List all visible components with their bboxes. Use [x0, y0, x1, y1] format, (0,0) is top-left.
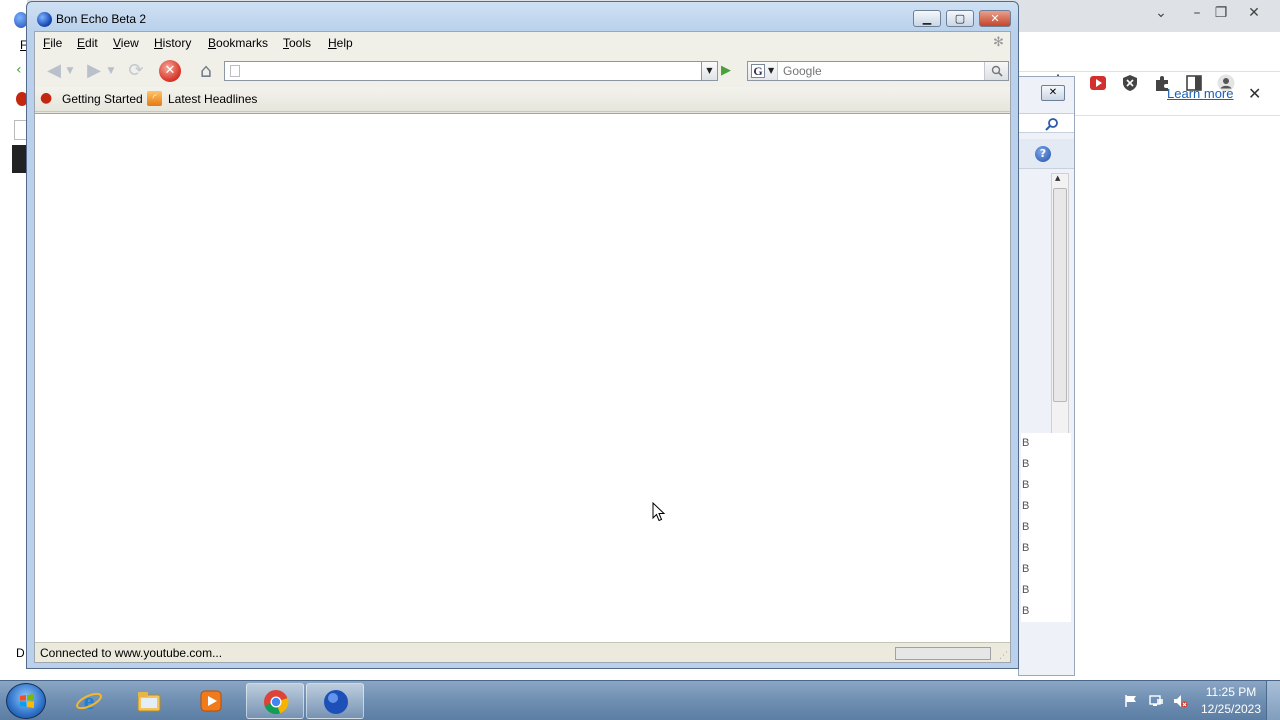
firefox-icon — [37, 12, 52, 27]
url-dropdown-button[interactable]: ▼ — [701, 62, 717, 80]
taskbar-file-explorer[interactable] — [120, 683, 178, 719]
bookmark-getting-started[interactable]: Getting Started — [62, 92, 143, 106]
minimize-button[interactable]: ▁ — [913, 10, 941, 27]
learn-more-link[interactable]: Learn more — [1167, 86, 1233, 101]
list-item: B — [1021, 580, 1071, 601]
action-center-flag-icon[interactable] — [1124, 694, 1138, 708]
list-item: B — [1021, 538, 1071, 559]
clock-time[interactable]: 11:25 PM — [1196, 685, 1266, 699]
folder-icon — [137, 692, 161, 712]
bookmark-latest-headlines[interactable]: Latest Headlines — [168, 92, 257, 106]
resize-grip-icon[interactable]: ⋰ — [999, 651, 1008, 661]
stop-button[interactable]: ✕ — [159, 60, 181, 82]
close-button[interactable]: ✕ — [979, 10, 1011, 27]
taskbar: e 11:25 PM 12/25/2023 — [0, 680, 1280, 720]
google-engine-icon: G — [751, 64, 765, 78]
mouse-cursor-icon — [652, 502, 666, 522]
background-scroll-thumb[interactable] — [1053, 188, 1067, 402]
bookmarks-toolbar: ● Getting Started ◜ Latest Headlines — [35, 87, 1010, 112]
background-search-field[interactable] — [1019, 113, 1074, 133]
throbber-icon: ✻ — [993, 35, 1004, 50]
restore-icon[interactable]: ❐ — [1210, 4, 1232, 22]
menu-edit[interactable]: Edit — [77, 36, 98, 50]
search-icon — [991, 65, 1003, 77]
maximize-button[interactable]: ▢ — [946, 10, 974, 27]
extension-video-icon[interactable] — [1089, 74, 1107, 92]
infobar-divider — [1075, 115, 1280, 116]
page-icon — [230, 65, 240, 77]
go-button[interactable]: ▶ — [721, 63, 737, 79]
search-bar[interactable]: G ▼ — [747, 61, 1009, 81]
scroll-up-icon[interactable]: ▲ — [1055, 174, 1060, 182]
clock-date[interactable]: 12/25/2023 — [1196, 702, 1266, 716]
internet-explorer-icon: e — [76, 689, 102, 715]
infobar-close-icon[interactable]: ✕ — [1248, 84, 1261, 103]
menu-view[interactable]: View — [113, 36, 139, 50]
background-header-bar: ? — [1019, 139, 1074, 169]
firefox-icon — [324, 690, 348, 714]
windows-logo-icon — [20, 694, 34, 708]
menu-bar: File Edit View History Bookmarks Tools H… — [35, 32, 1010, 55]
home-button[interactable]: ⌂ — [193, 58, 219, 84]
menu-tools[interactable]: Tools — [283, 36, 311, 50]
forward-button[interactable]: ▶ — [81, 58, 107, 84]
search-input[interactable] — [783, 63, 973, 79]
list-item: B — [1021, 601, 1071, 622]
firefox-client-area: File Edit View History Bookmarks Tools H… — [34, 31, 1011, 663]
minimize-icon[interactable]: – — [1186, 4, 1208, 22]
shield-icon[interactable] — [1121, 74, 1139, 92]
list-item: B — [1021, 433, 1071, 454]
firefox-bookmark-icon: ● — [40, 90, 53, 106]
page-content[interactable] — [35, 113, 1010, 643]
engine-dropdown-icon: ▼ — [768, 66, 775, 75]
background-status-fragment: D — [16, 646, 25, 660]
background-left-windows: F ‹ D — [0, 0, 28, 676]
list-item: B — [1021, 496, 1071, 517]
menu-history[interactable]: History — [154, 36, 191, 50]
menu-bookmarks[interactable]: Bookmarks — [208, 36, 268, 50]
window-title: Bon Echo Beta 2 — [56, 12, 147, 26]
show-desktop-button[interactable] — [1266, 681, 1280, 720]
help-icon[interactable]: ? — [1035, 146, 1051, 162]
taskbar-media-player[interactable] — [182, 683, 240, 719]
taskbar-chrome[interactable] — [246, 683, 304, 719]
reload-button[interactable]: ⟳ — [123, 58, 149, 84]
back-button[interactable]: ◀ — [41, 58, 67, 84]
chevron-down-icon[interactable]: ⌄ — [1150, 4, 1172, 22]
media-player-icon — [200, 690, 222, 712]
menu-file[interactable]: File — [43, 36, 62, 50]
list-item: B — [1021, 559, 1071, 580]
start-button[interactable] — [6, 683, 46, 719]
search-icon[interactable] — [1045, 117, 1059, 131]
network-icon[interactable] — [1148, 693, 1164, 709]
navigation-toolbar: ◀ ▼ ▶ ▼ ⟳ ✕ ⌂ ▼ ▶ G ▼ — [35, 55, 1010, 87]
background-panel-window: ✕ ? ▲ ▼ B B B B B B B B B — [1018, 76, 1075, 676]
status-bar: Connected to www.youtube.com... ⋰ — [35, 642, 1010, 662]
rss-icon: ◜ — [147, 91, 162, 106]
list-item: B — [1021, 454, 1071, 475]
forward-dropdown-icon[interactable]: ▼ — [106, 58, 116, 84]
search-engine-button[interactable]: G ▼ — [748, 62, 778, 80]
background-close-icon[interactable]: ✕ — [1041, 85, 1065, 101]
menu-help[interactable]: Help — [328, 36, 353, 50]
close-icon[interactable]: ✕ — [1243, 4, 1265, 22]
svg-text:e: e — [84, 689, 95, 715]
search-go-button[interactable] — [984, 62, 1008, 80]
volume-muted-icon[interactable] — [1172, 693, 1188, 709]
taskbar-firefox[interactable] — [306, 683, 364, 719]
firefox-window: Bon Echo Beta 2 ▁ ▢ ✕ File Edit View His… — [26, 1, 1019, 669]
list-item: B — [1021, 475, 1071, 496]
url-input[interactable] — [245, 63, 695, 79]
chrome-icon — [264, 690, 289, 714]
taskbar-internet-explorer[interactable]: e — [60, 683, 118, 719]
url-bar[interactable]: ▼ — [224, 61, 718, 81]
status-text: Connected to www.youtube.com... — [40, 646, 223, 660]
progress-bar — [895, 647, 991, 660]
back-dropdown-icon[interactable]: ▼ — [65, 58, 75, 84]
list-item: B — [1021, 517, 1071, 538]
